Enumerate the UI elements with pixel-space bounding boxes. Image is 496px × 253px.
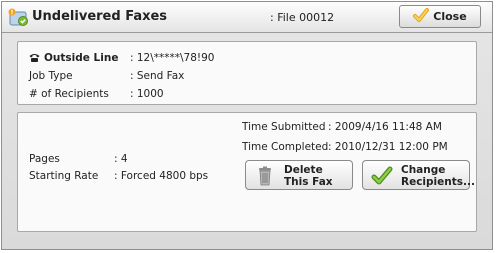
undelivered-faxes-window: Undelivered Faxes : File 00012 Close Out… — [1, 1, 493, 250]
recipients-label: # of Recipients — [29, 88, 109, 100]
checkmark-icon — [371, 165, 393, 187]
window-title: Undelivered Faxes — [32, 9, 168, 24]
change-recipients-button[interactable]: Change Recipients... — [362, 160, 475, 190]
outside-line-label: Outside Line — [44, 52, 119, 64]
window-header: Undelivered Faxes : File 00012 Close — [2, 2, 492, 33]
job-type-value: : Send Fax — [130, 70, 185, 82]
job-type-label: Job Type — [29, 70, 73, 82]
starting-rate-value: : Forced 4800 bps — [114, 170, 209, 182]
change-recipients-label: Change Recipients... — [401, 164, 475, 188]
pages-label: Pages — [29, 153, 60, 165]
job-summary-panel: Outside Line : 12\*****\78!90 Job Type :… — [17, 41, 477, 105]
file-number: : File 00012 — [270, 11, 335, 24]
time-submitted-label: Time Submitted — [242, 121, 326, 133]
job-details-panel: Time Submitted : 2009/4/16 11:48 AM Time… — [17, 112, 477, 232]
time-submitted-value: : 2009/4/16 11:48 AM — [328, 121, 442, 133]
time-completed-label: Time Completed — [242, 141, 329, 153]
delete-fax-label: Delete This Fax — [284, 164, 333, 188]
delete-fax-button[interactable]: Delete This Fax — [245, 160, 353, 190]
outside-line-value: : 12\*****\78!90 — [130, 52, 215, 64]
trash-icon — [254, 165, 276, 187]
recipients-value: : 1000 — [130, 88, 164, 100]
close-button[interactable]: Close — [399, 5, 481, 28]
phone-icon — [29, 53, 40, 62]
starting-rate-label: Starting Rate — [29, 170, 99, 182]
time-completed-value: : 2010/12/31 12:00 PM — [328, 141, 448, 153]
fax-error-icon — [7, 7, 29, 29]
pages-value: : 4 — [114, 153, 128, 165]
checkmark-icon — [413, 7, 430, 26]
close-button-label: Close — [433, 10, 467, 23]
